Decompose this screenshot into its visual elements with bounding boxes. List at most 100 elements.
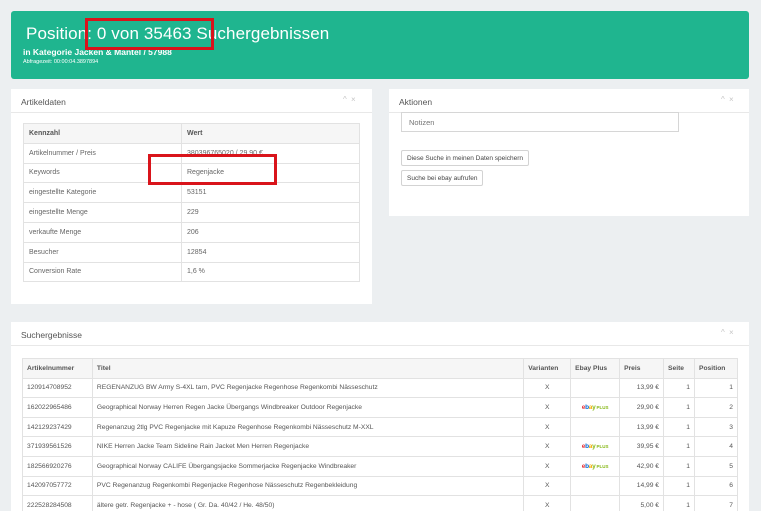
save-search-button[interactable]: Diese Suche in meinen Daten speichern <box>401 150 529 166</box>
preis-cell: 42,90 € <box>619 455 665 477</box>
ebay-plus-cell <box>570 377 621 399</box>
seite-cell: 1 <box>663 475 695 497</box>
col-preis[interactable]: Preis <box>619 358 665 379</box>
col-seite[interactable]: Seite <box>663 358 695 379</box>
kennzahl-cell: verkaufte Menge <box>23 221 182 243</box>
ebay-plus-cell: ebayPLUS <box>570 397 621 418</box>
suchergebnisse-panel: Suchergebnisse ^ × Artikelnummer Titel V… <box>11 322 749 511</box>
table-header-row: Kennzahl Wert <box>23 123 360 144</box>
wert-cell: 53151 <box>181 182 360 204</box>
varianten-cell: X <box>523 455 572 477</box>
preis-cell: 29,90 € <box>619 397 665 418</box>
table-row: 142129237429 Regenanzug 2tlg PVC Regenjac… <box>22 416 738 438</box>
suchergebnisse-controls[interactable]: ^ × <box>721 328 735 337</box>
seite-cell: 1 <box>663 495 695 511</box>
kennzahl-cell: eingestellte Kategorie <box>23 182 182 204</box>
kennzahl-cell: Besucher <box>23 241 182 263</box>
ebay-plus-logo: ebayPLUS <box>581 443 609 451</box>
col-position[interactable]: Position <box>694 358 738 379</box>
varianten-cell: X <box>523 475 572 497</box>
position-cell: 6 <box>694 475 738 497</box>
wert-cell: 229 <box>181 202 360 223</box>
artikelnummer-link[interactable]: 182566920276 <box>22 455 93 477</box>
ebay-plus-cell: ebayPLUS <box>570 436 621 457</box>
preis-cell: 39,95 € <box>619 436 665 457</box>
table-row: 222528284508 ältere getr. Regenjacke + - … <box>22 495 738 511</box>
artikelnummer-link[interactable]: 222528284508 <box>22 495 93 511</box>
col-titel[interactable]: Titel <box>91 358 525 379</box>
titel-cell: Geographical Norway Herren Regen Jacke Ü… <box>91 397 525 418</box>
varianten-cell: X <box>523 436 572 457</box>
varianten-cell: X <box>523 377 572 399</box>
divider <box>11 345 749 346</box>
varianten-cell: X <box>523 416 572 438</box>
table-row: eingestellte Menge 229 <box>23 202 360 223</box>
aktionen-title: Aktionen <box>399 97 433 107</box>
position-cell: 3 <box>694 416 738 438</box>
kennzahl-cell: eingestellte Menge <box>23 202 182 223</box>
preis-cell: 5,00 € <box>619 495 665 511</box>
preis-cell: 14,99 € <box>619 475 665 497</box>
position-cell: 5 <box>694 455 738 477</box>
table-header-row: Artikelnummer Titel Varianten Ebay Plus … <box>22 358 738 379</box>
titel-cell: Regenanzug 2tlg PVC Regenjacke mit Kapuz… <box>91 416 525 438</box>
query-time: Abfragezeit: 00:00:04.3897894 <box>23 59 99 65</box>
artikelnummer-link[interactable]: 162022965486 <box>22 397 93 418</box>
table-row: 182566920276 Geographical Norway CALIFE Ü… <box>22 455 738 477</box>
table-row: 120914708952 REGENANZUG BW Army S-4XL tar… <box>22 377 738 399</box>
ebay-search-button[interactable]: Suche bei ebay aufrufen <box>401 170 484 186</box>
notes-input[interactable] <box>401 112 679 132</box>
seite-cell: 1 <box>663 416 695 438</box>
position-cell: 4 <box>694 436 738 457</box>
artikeldaten-title: Artikeldaten <box>21 97 66 107</box>
table-row: verkaufte Menge 206 <box>23 221 360 243</box>
artikeldaten-controls[interactable]: ^ × <box>343 95 357 104</box>
seite-cell: 1 <box>663 455 695 477</box>
table-row: eingestellte Kategorie 53151 <box>23 182 360 204</box>
ebay-plus-cell: ebayPLUS <box>570 455 621 477</box>
ebay-plus-cell <box>570 475 621 497</box>
artikeldaten-panel: Artikeldaten ^ × Kennzahl Wert Artikelnu… <box>11 89 372 304</box>
position-cell: 7 <box>694 495 738 511</box>
aktionen-panel: Aktionen ^ × Diese Suche in meinen Daten… <box>389 89 749 216</box>
ebay-plus-cell <box>570 416 621 438</box>
preis-cell: 13,99 € <box>619 377 665 399</box>
col-artikelnummer[interactable]: Artikelnummer <box>22 358 93 379</box>
table-row: Conversion Rate 1,6 % <box>23 261 360 283</box>
wert-cell: 1,6 % <box>181 261 360 283</box>
artikelnummer-link[interactable]: 142097057772 <box>22 475 93 497</box>
col-kennzahl: Kennzahl <box>23 123 182 144</box>
titel-cell: ältere getr. Regenjacke + - hose ( Gr. D… <box>91 495 525 511</box>
suchergebnisse-title: Suchergebnisse <box>21 330 82 340</box>
col-varianten[interactable]: Varianten <box>523 358 572 379</box>
ebay-plus-cell <box>570 495 621 511</box>
varianten-cell: X <box>523 397 572 418</box>
divider <box>11 112 372 113</box>
table-row: Besucher 12854 <box>23 241 360 263</box>
artikelnummer-link[interactable]: 371939561526 <box>22 436 93 457</box>
artikelnummer-link[interactable]: 120914708952 <box>22 377 93 399</box>
preis-cell: 13,99 € <box>619 416 665 438</box>
artikelnummer-link[interactable]: 142129237429 <box>22 416 93 438</box>
position-cell: 2 <box>694 397 738 418</box>
aktionen-controls[interactable]: ^ × <box>721 95 735 104</box>
wert-cell: 12854 <box>181 241 360 263</box>
varianten-cell: X <box>523 495 572 511</box>
highlight-box-keywords <box>148 154 277 185</box>
titel-cell: Geographical Norway CALIFE Übergangsjack… <box>91 455 525 477</box>
titel-cell: NIKE Herren Jacke Team Sideline Rain Jac… <box>91 436 525 457</box>
ebay-plus-logo: ebayPLUS <box>581 403 609 411</box>
table-row: 142097057772 PVC Regenanzug Regenkombi Re… <box>22 475 738 497</box>
table-row: 162022965486 Geographical Norway Herren R… <box>22 397 738 418</box>
highlight-box-position <box>85 18 214 50</box>
ebay-plus-logo: ebayPLUS <box>581 462 609 470</box>
position-cell: 1 <box>694 377 738 399</box>
results-table: Artikelnummer Titel Varianten Ebay Plus … <box>22 358 738 511</box>
table-row: 371939561526 NIKE Herren Jacke Team Sidel… <box>22 436 738 457</box>
kennzahl-cell: Conversion Rate <box>23 261 182 283</box>
col-wert: Wert <box>181 123 360 144</box>
titel-cell: REGENANZUG BW Army S-4XL tarn, PVC Regen… <box>91 377 525 399</box>
seite-cell: 1 <box>663 397 695 418</box>
col-ebay-plus[interactable]: Ebay Plus <box>570 358 621 379</box>
titel-cell: PVC Regenanzug Regenkombi Regenjacke Reg… <box>91 475 525 497</box>
